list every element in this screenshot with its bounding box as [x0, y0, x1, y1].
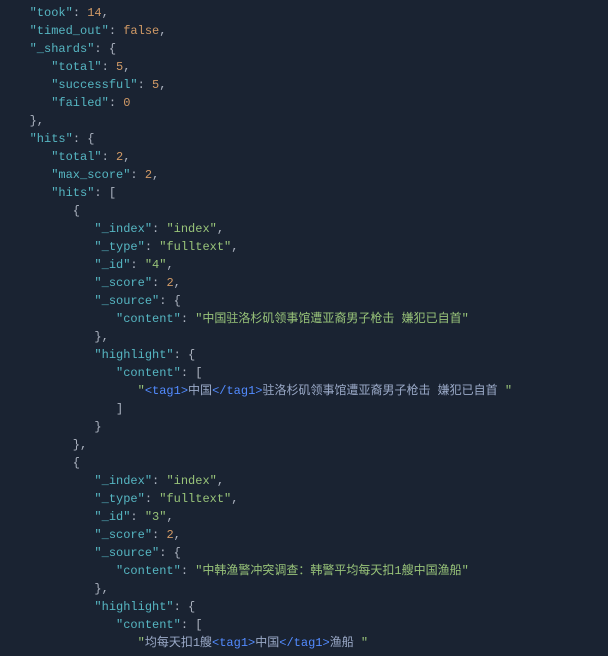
json-content: "took": 14, "timed_out": false, "_shards…: [8, 6, 512, 650]
json-code-block: "took": 14, "timed_out": false, "_shards…: [0, 0, 608, 656]
